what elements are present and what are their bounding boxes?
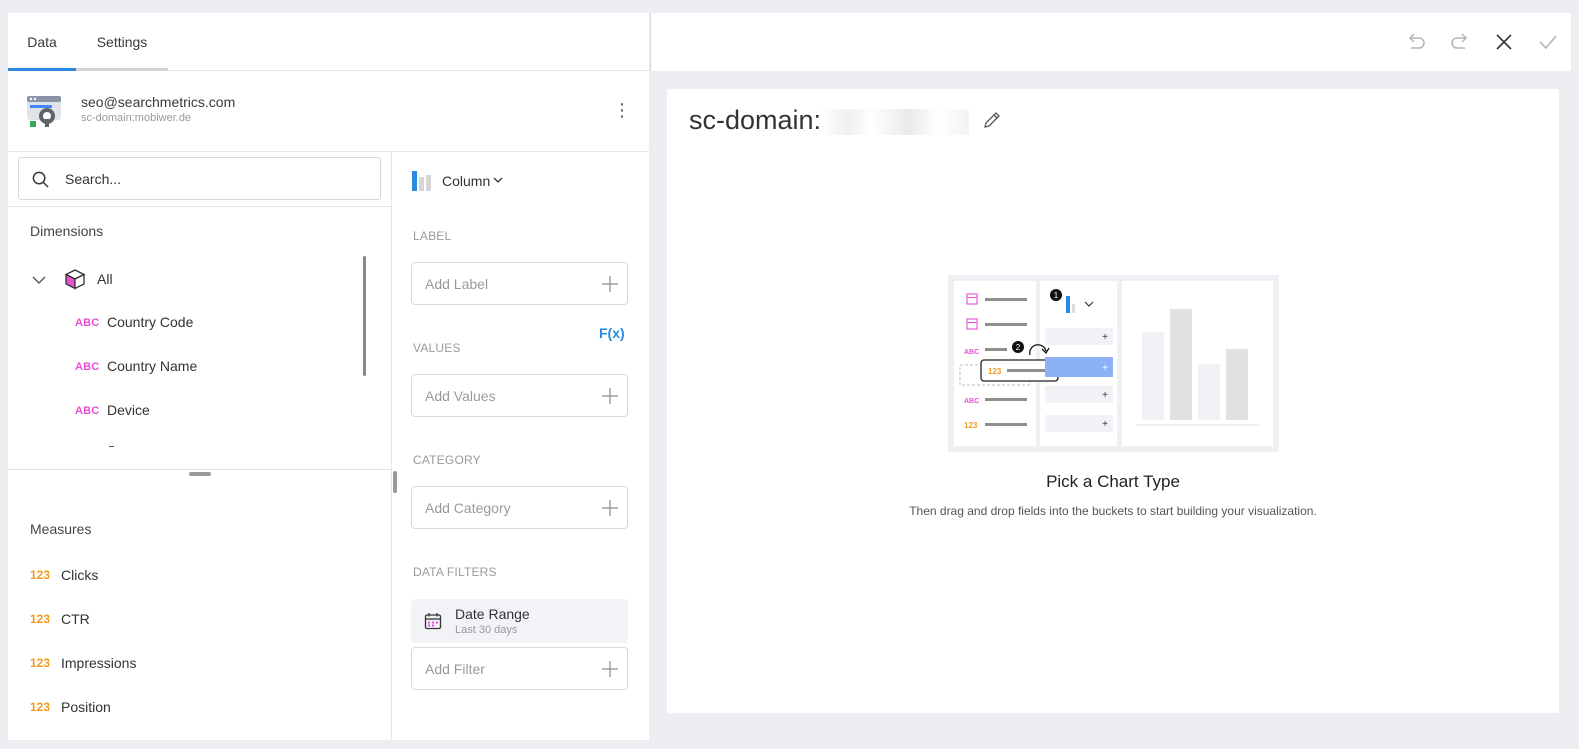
- values-section-title: VALUES: [413, 341, 461, 355]
- resize-handle[interactable]: [189, 472, 211, 476]
- illus-abc-label: ABC: [964, 398, 979, 405]
- illus-number-label: 123: [988, 367, 1002, 376]
- illus-step-badge: 1: [1054, 291, 1059, 300]
- plus-icon: [602, 388, 618, 404]
- data-filters-section-title: DATA FILTERS: [413, 565, 497, 579]
- pick-chart-title: Pick a Chart Type: [1046, 472, 1180, 491]
- add-label-bucket[interactable]: Add Label: [411, 262, 628, 305]
- dimensions-title: Dimensions: [30, 223, 104, 239]
- more-options-icon[interactable]: ⋮: [612, 99, 632, 121]
- abc-type-icon: ABC: [75, 405, 100, 417]
- chart-type-selector[interactable]: Column: [412, 169, 522, 193]
- column-chart-icon: [412, 171, 431, 191]
- tab-data-label: Data: [27, 34, 57, 50]
- add-values-bucket[interactable]: Add Values: [411, 374, 628, 417]
- redo-icon[interactable]: [1449, 31, 1471, 53]
- datasource-domain: sc-domain:mobiwer.de: [81, 112, 192, 124]
- illus-number-label: 123: [964, 421, 978, 430]
- measure-item[interactable]: 123 Clicks: [8, 560, 368, 590]
- visualization-title[interactable]: sc-domain:: [689, 105, 821, 136]
- dimension-group-label: All: [97, 271, 113, 287]
- add-filter-placeholder: Add Filter: [425, 661, 485, 677]
- add-category-placeholder: Add Category: [425, 500, 511, 516]
- tab-settings[interactable]: Settings: [76, 13, 168, 71]
- tab-settings-label: Settings: [96, 34, 148, 50]
- fx-button[interactable]: F(x): [599, 325, 625, 341]
- datasource-email: seo@searchmetrics.com: [81, 94, 236, 110]
- divider: [8, 206, 392, 207]
- editor-toolbar: [650, 13, 1571, 71]
- search-input[interactable]: [65, 158, 370, 199]
- cube-icon: [64, 269, 86, 290]
- google-search-console-icon: [27, 96, 61, 127]
- measure-label: Position: [61, 699, 111, 715]
- dimension-item[interactable]: ABC Country Code: [8, 309, 358, 339]
- illus-step-badge: 2: [1016, 343, 1021, 352]
- tab-data[interactable]: Data: [8, 13, 76, 71]
- abc-type-icon: ABC: [75, 361, 100, 373]
- dimension-item[interactable]: ABC Device: [8, 397, 358, 427]
- add-label-placeholder: Add Label: [425, 276, 489, 292]
- left-panel: Data Settings seo@searchmetrics.com sc-d…: [8, 13, 649, 740]
- measure-label: Impressions: [61, 655, 137, 671]
- svg-text:+: +: [1102, 332, 1108, 343]
- number-type-icon: 123: [30, 656, 51, 670]
- svg-text:+: +: [1102, 419, 1108, 430]
- dimension-label: Device: [107, 402, 150, 418]
- search-icon: [32, 171, 49, 188]
- number-type-icon: 123: [30, 700, 51, 714]
- chevron-down-icon: [493, 177, 503, 183]
- visualization-config: Column LABEL Add Label VALUES F(x) Add V…: [392, 152, 649, 740]
- measure-label: CTR: [61, 611, 90, 627]
- datasource-header: seo@searchmetrics.com sc-domain:mobiwer.…: [8, 71, 649, 152]
- date-range-label: Date Range: [455, 606, 530, 622]
- chevron-down-icon[interactable]: [30, 271, 48, 289]
- pick-chart-subtitle: Then drag and drop fields into the bucke…: [909, 504, 1317, 518]
- date-range-filter[interactable]: Date Range Last 30 days: [411, 599, 628, 643]
- svg-text:+: +: [1102, 390, 1108, 401]
- measure-item[interactable]: 123 Position: [8, 692, 368, 722]
- dimension-label: Country Name: [107, 358, 198, 374]
- abc-type-icon: ABC: [75, 317, 100, 329]
- plus-icon: [602, 661, 618, 677]
- pencil-icon[interactable]: [982, 110, 1002, 130]
- label-section-title: LABEL: [413, 229, 452, 243]
- tabs-bar: Data Settings: [8, 13, 649, 71]
- svg-text:+: +: [1102, 363, 1108, 374]
- add-filter-bucket[interactable]: Add Filter: [411, 647, 628, 690]
- plus-icon: [602, 276, 618, 292]
- date-range-value: Last 30 days: [455, 624, 518, 636]
- calendar-icon: [424, 613, 442, 630]
- illus-abc-label: ABC: [964, 349, 979, 356]
- number-type-icon: 123: [30, 568, 51, 582]
- redacted-area: [819, 109, 969, 135]
- dimension-label: Country Code: [107, 314, 194, 330]
- dimension-group-all[interactable]: All: [8, 260, 368, 300]
- dimensions-scrollbar[interactable]: [363, 256, 366, 376]
- measure-label: Clicks: [61, 567, 99, 583]
- plus-icon: [602, 500, 618, 516]
- measure-item[interactable]: 123 Impressions: [8, 648, 368, 678]
- measure-item[interactable]: 123 CTR: [8, 604, 368, 634]
- add-category-bucket[interactable]: Add Category: [411, 486, 628, 529]
- search-box: [18, 157, 381, 200]
- confirm-icon[interactable]: [1537, 31, 1559, 53]
- add-values-placeholder: Add Values: [425, 388, 496, 404]
- category-section-title: CATEGORY: [413, 453, 481, 467]
- pick-chart-illustration: ABC 123 ABC 123 1 2 + + + +: [948, 275, 1279, 452]
- dimension-item[interactable]: ABC Country Name: [8, 353, 358, 383]
- number-type-icon: 123: [30, 612, 51, 626]
- fields-list: Dimensions All ABC Country Code ABC Coun…: [8, 152, 392, 740]
- chart-type-label: Column: [442, 173, 491, 189]
- close-icon[interactable]: [1493, 31, 1515, 53]
- undo-icon[interactable]: [1405, 31, 1427, 53]
- dimensions-separator: [8, 469, 392, 470]
- next-item-fragment: [109, 446, 114, 447]
- measures-title: Measures: [30, 521, 92, 537]
- visualization-canvas: sc-domain: ABC 123 ABC 123 1 2 + + + + P…: [667, 89, 1559, 713]
